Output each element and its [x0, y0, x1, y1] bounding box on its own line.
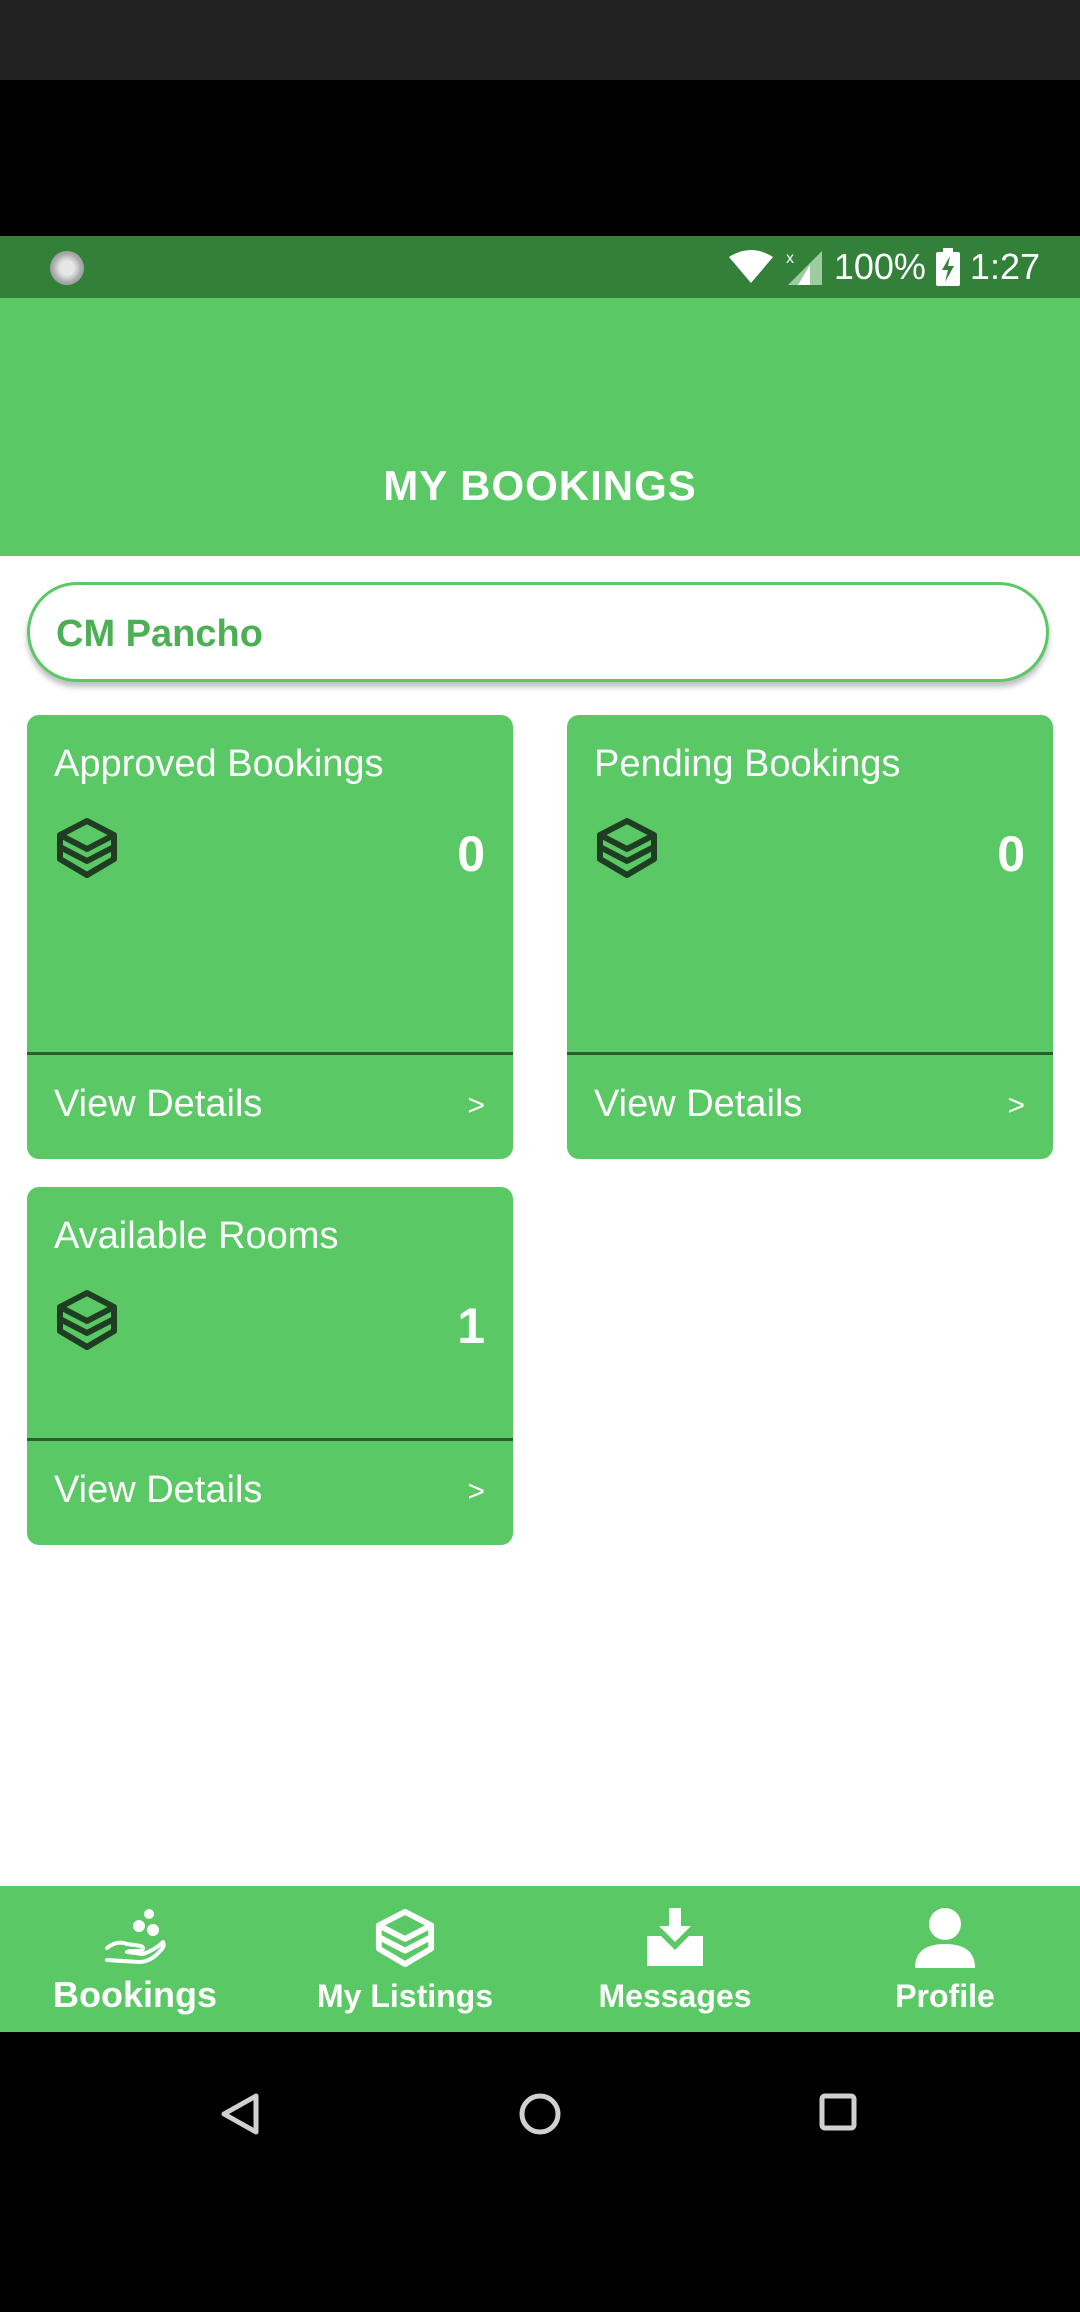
nav-label: Profile — [895, 1978, 995, 2014]
card-title: Available Rooms — [54, 1215, 339, 1257]
person-icon — [915, 1908, 975, 1968]
view-details-label: View Details — [54, 1469, 263, 1511]
pending-bookings-card[interactable]: Pending Bookings 0 View Details > — [567, 715, 1053, 1159]
card-title: Pending Bookings — [594, 743, 901, 785]
app-header — [0, 298, 1080, 556]
clock: 1:27 — [969, 246, 1040, 287]
box-icon — [375, 1908, 435, 1968]
home-icon[interactable] — [518, 2092, 562, 2136]
box-icon — [597, 818, 657, 878]
name-field[interactable]: CM Pancho — [27, 582, 1049, 682]
battery-percent: 100% — [833, 246, 926, 287]
box-icon — [57, 1290, 117, 1350]
card-count: 0 — [457, 826, 485, 882]
name-field-value: CM Pancho — [56, 613, 263, 655]
view-details-label: View Details — [594, 1083, 803, 1125]
nav-item-my-listings[interactable]: My Listings — [270, 1886, 540, 2032]
top-bezel — [0, 0, 1080, 80]
chevron-right-icon: > — [1007, 1089, 1025, 1122]
svg-text:x: x — [786, 250, 794, 267]
nav-item-bookings[interactable]: Bookings — [0, 1886, 270, 2032]
chevron-right-icon: > — [467, 1475, 485, 1508]
page-title: MY BOOKINGS — [383, 462, 697, 509]
back-icon[interactable] — [220, 2092, 260, 2136]
view-details-button[interactable]: View Details > — [27, 1055, 513, 1159]
status-bar: x 100% 1:27 — [0, 236, 1080, 298]
box-icon — [57, 818, 117, 878]
recents-icon[interactable] — [818, 2092, 858, 2132]
card-count: 0 — [997, 826, 1025, 882]
chevron-right-icon: > — [467, 1089, 485, 1122]
nav-item-messages[interactable]: Messages — [540, 1886, 810, 2032]
download-inbox-icon — [647, 1908, 703, 1966]
nav-item-profile[interactable]: Profile — [810, 1886, 1080, 2032]
system-nav-bar — [0, 2032, 1080, 2312]
battery-charging-icon — [935, 248, 960, 286]
status-indicators: x 100% 1:27 — [728, 236, 1040, 298]
card-title: Approved Bookings — [54, 743, 384, 785]
nav-label: Bookings — [52, 1974, 217, 2015]
card-count: 1 — [457, 1298, 485, 1354]
notification-icon — [50, 251, 84, 285]
bottom-nav: Bookings My Listings Messages Profile — [0, 1886, 1080, 2032]
nav-label: Messages — [598, 1978, 752, 2014]
view-details-button[interactable]: View Details > — [27, 1441, 513, 1545]
available-rooms-card[interactable]: Available Rooms 1 View Details > — [27, 1187, 513, 1545]
view-details-button[interactable]: View Details > — [567, 1055, 1053, 1159]
hand-coins-icon — [105, 1909, 166, 1964]
nav-label: My Listings — [316, 1978, 493, 2014]
cell-signal-icon: x — [786, 250, 822, 285]
wifi-icon — [728, 250, 773, 283]
view-details-label: View Details — [54, 1083, 263, 1125]
camera-band — [0, 80, 1080, 236]
approved-bookings-card[interactable]: Approved Bookings 0 View Details > — [27, 715, 513, 1159]
